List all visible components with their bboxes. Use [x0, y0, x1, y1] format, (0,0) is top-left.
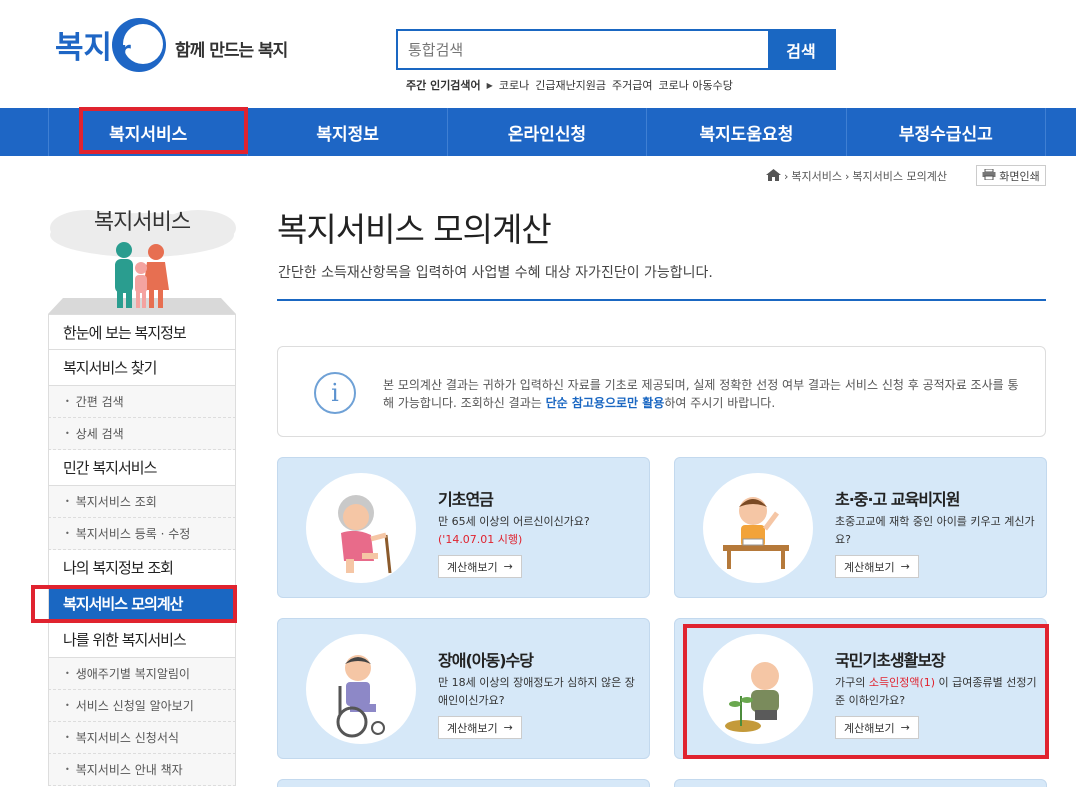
side-item[interactable]: 민간 복지서비스	[48, 450, 236, 486]
wheelchair-man-illustration	[306, 634, 416, 744]
side-item[interactable]: 한눈에 보는 복지정보	[48, 314, 236, 350]
popular-term[interactable]: 코로나 아동수당	[659, 77, 733, 93]
card-education-support: 초·중·고 교육비지원 초중고교에 재학 중인 아이를 키우고 계신가요? 계산…	[674, 457, 1047, 598]
student-illustration	[703, 473, 813, 583]
button-label: 계산해보기	[447, 721, 498, 735]
side-subitem[interactable]: 복지서비스 안내 책자	[48, 754, 236, 786]
svg-text:복지: 복지	[55, 30, 112, 66]
popular-term[interactable]: 주거급여	[612, 77, 652, 93]
card-description: 초중고교에 재학 중인 아이를 키우고 계신가요?	[835, 515, 1035, 546]
logo[interactable]: 복지 r	[55, 16, 170, 74]
side-item[interactable]: 나를 위한 복지서비스	[48, 622, 236, 658]
popular-keywords: 주간 인기검색어 ▶ 코로나 긴급재난지원금 주거급여 코로나 아동수당	[406, 77, 733, 93]
search-input[interactable]	[398, 31, 768, 68]
side-title: 복지서비스	[93, 210, 191, 235]
notice-emphasis: 단순 참고용으로만 활용	[545, 396, 665, 410]
card-note: ('14.07.01 시행)	[438, 533, 523, 546]
breadcrumb-item: 복지서비스 모의계산	[852, 170, 947, 183]
calculate-button[interactable]: 계산해보기 →	[835, 555, 919, 578]
side-subitem[interactable]: 생애주기별 복지알림이	[48, 658, 236, 690]
search-box: 검색	[396, 29, 836, 70]
calculate-button[interactable]: 계산해보기 →	[438, 716, 522, 739]
card-disability-allowance: 장애(아동)수당 만 18세 이상의 장애정도가 심하지 않은 장애인이신가요?…	[277, 618, 650, 759]
button-label: 계산해보기	[447, 560, 498, 574]
side-item[interactable]: 복지서비스 찾기	[48, 350, 236, 386]
svg-text:r: r	[119, 36, 131, 64]
highlight-box	[79, 107, 248, 154]
notice-text-part: 하여 주시기 바랍니다.	[664, 396, 776, 410]
side-nav: 한눈에 보는 복지정보복지서비스 찾기간편 검색상세 검색민간 복지서비스복지서…	[48, 314, 236, 786]
gnb-welfare-info[interactable]: 복지정보	[247, 108, 446, 156]
card-title: 초·중·고 교육비지원	[835, 490, 960, 509]
gnb-fraud-report[interactable]: 부정수급신고	[845, 108, 1047, 156]
arrow-right-icon: →	[503, 560, 513, 573]
card-basic-pension: 기초연금 만 65세 이상의 어르신이신가요? ('14.07.01 시행) 계…	[277, 457, 650, 598]
site-slogan: 함께 만드는 복지	[175, 41, 288, 61]
chevron-right-icon: ›	[784, 169, 789, 183]
card-title: 기초연금	[438, 490, 494, 509]
card-description: 만 65세 이상의 어르신이신가요? ('14.07.01 시행)	[438, 513, 643, 549]
print-label: 화면인쇄	[999, 169, 1040, 183]
triangle-right-icon: ▶	[486, 80, 493, 90]
side-subitem[interactable]: 상세 검색	[48, 418, 236, 450]
page-description: 간단한 소득재산항목을 입력하여 사업별 수혜 대상 자가진단이 가능합니다.	[278, 265, 713, 281]
card-title: 장애(아동)수당	[438, 651, 534, 670]
button-label: 계산해보기	[844, 560, 895, 574]
arrow-right-icon: →	[503, 721, 513, 734]
card-desc-line: 만 65세 이상의 어르신이신가요?	[438, 515, 590, 528]
title-divider	[277, 299, 1046, 301]
side-item[interactable]: 나의 복지정보 조회	[48, 550, 236, 586]
printer-icon	[982, 168, 996, 183]
notice-box: i 본 모의계산 결과는 귀하가 입력하신 자료를 기초로 제공되며, 실제 정…	[277, 346, 1046, 437]
breadcrumb: › 복지서비스 › 복지서비스 모의계산	[766, 168, 947, 184]
popular-term[interactable]: 코로나	[499, 77, 529, 93]
side-subitem[interactable]: 복지서비스 조회	[48, 486, 236, 518]
info-icon: i	[314, 372, 356, 414]
side-subitem[interactable]: 서비스 신청일 알아보기	[48, 690, 236, 722]
elderly-woman-illustration	[306, 473, 416, 583]
popular-term[interactable]: 긴급재난지원금	[535, 77, 606, 93]
popular-label: 주간 인기검색어	[406, 79, 481, 92]
breadcrumb-item[interactable]: 복지서비스	[791, 168, 842, 184]
highlight-box	[31, 585, 237, 623]
side-subitem[interactable]: 간편 검색	[48, 386, 236, 418]
calculate-button[interactable]: 계산해보기 →	[438, 555, 522, 578]
side-header: 복지서비스	[48, 180, 236, 316]
chevron-right-icon: ›	[845, 169, 850, 183]
gnb-help-request[interactable]: 복지도움요청	[646, 108, 845, 156]
print-button[interactable]: 화면인쇄	[976, 165, 1046, 186]
card-description: 만 18세 이상의 장애정도가 심하지 않은 장애인이신가요?	[438, 676, 635, 707]
highlight-box	[683, 624, 1049, 759]
side-subitem[interactable]: 복지서비스 등록 · 수정	[48, 518, 236, 550]
card-partial	[277, 779, 650, 787]
side-subitem[interactable]: 복지서비스 신청서식	[48, 722, 236, 754]
notice-text: 본 모의계산 결과는 귀하가 입력하신 자료를 기초로 제공되며, 실제 정확한…	[383, 376, 1028, 412]
home-icon[interactable]	[766, 168, 781, 184]
search-button[interactable]: 검색	[768, 31, 834, 68]
page-title: 복지서비스 모의계산	[277, 210, 552, 249]
arrow-right-icon: →	[900, 560, 910, 573]
card-partial	[674, 779, 1047, 787]
gnb-online-apply[interactable]: 온라인신청	[446, 108, 646, 156]
